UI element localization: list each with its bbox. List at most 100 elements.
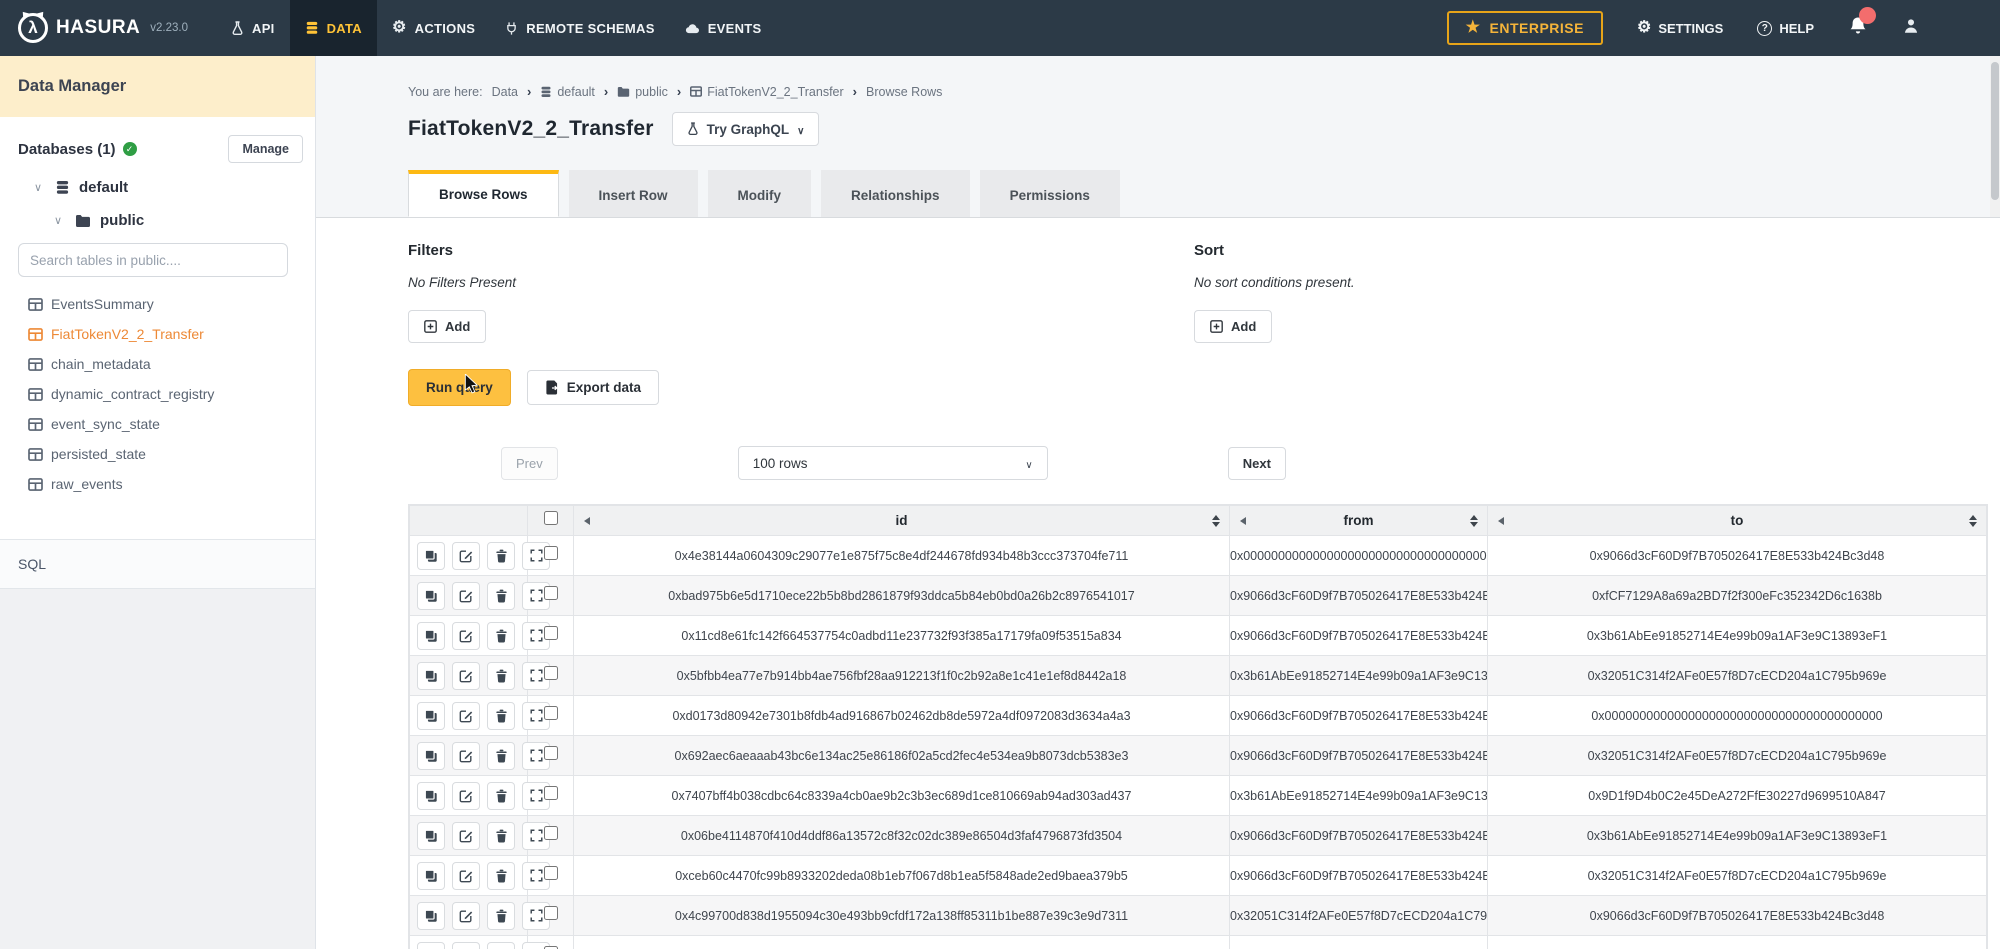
- user-menu-button[interactable]: [1902, 17, 1920, 40]
- cell-from: 0x32051C314f2AFe0E57f8D7cECD204a1C795b96…: [1230, 896, 1488, 936]
- row-checkbox[interactable]: [544, 786, 558, 800]
- collapse-column-icon[interactable]: [1240, 517, 1246, 525]
- sidebar-item-table[interactable]: EventsSummary: [28, 289, 315, 319]
- copy-row-button[interactable]: [417, 702, 445, 730]
- nav-item-data[interactable]: DATA: [290, 0, 377, 56]
- row-checkbox[interactable]: [544, 546, 558, 560]
- copy-row-button[interactable]: [417, 902, 445, 930]
- add-sort-button[interactable]: Add: [1194, 310, 1272, 343]
- breadcrumb-data[interactable]: Data: [492, 85, 518, 99]
- edit-row-button[interactable]: [452, 902, 480, 930]
- delete-row-button[interactable]: [487, 542, 515, 570]
- cell-to: 0x3b61AbEe91852714E4e99b09a1AF3e9C13893e…: [1488, 816, 1987, 856]
- edit-row-button[interactable]: [452, 582, 480, 610]
- rows-per-page-select[interactable]: 100 rows: [738, 446, 1048, 480]
- edit-row-button[interactable]: [452, 822, 480, 850]
- sort-icon[interactable]: [1470, 515, 1478, 527]
- edit-row-button[interactable]: [452, 542, 480, 570]
- add-filter-button[interactable]: Add: [408, 310, 486, 343]
- row-checkbox[interactable]: [544, 586, 558, 600]
- breadcrumb-public[interactable]: public: [635, 85, 668, 99]
- delete-icon: [495, 789, 508, 803]
- edit-row-button[interactable]: [452, 742, 480, 770]
- edit-row-button[interactable]: [452, 942, 480, 949]
- tab-browse-rows[interactable]: Browse Rows: [408, 170, 559, 217]
- column-header-from[interactable]: from: [1230, 506, 1488, 536]
- sidebar-item-sql[interactable]: SQL: [0, 540, 315, 589]
- table-name-label: persisted_state: [51, 446, 146, 462]
- collapse-column-icon[interactable]: [584, 517, 590, 525]
- notifications-button[interactable]: [1848, 16, 1868, 41]
- help-button[interactable]: ? HELP: [1757, 21, 1814, 36]
- row-checkbox[interactable]: [544, 906, 558, 920]
- sidebar-item-table[interactable]: event_sync_state: [28, 409, 315, 439]
- search-tables-input[interactable]: [18, 243, 288, 277]
- row-checkbox[interactable]: [544, 626, 558, 640]
- tab-relationships[interactable]: Relationships: [821, 170, 970, 217]
- row-checkbox[interactable]: [544, 826, 558, 840]
- chevron-down-icon[interactable]: ∨: [54, 214, 66, 227]
- copy-row-button[interactable]: [417, 742, 445, 770]
- edit-row-button[interactable]: [452, 622, 480, 650]
- copy-row-button[interactable]: [417, 782, 445, 810]
- delete-row-button[interactable]: [487, 662, 515, 690]
- nav-item-api[interactable]: API: [216, 0, 290, 56]
- tab-insert-row[interactable]: Insert Row: [569, 170, 698, 217]
- copy-row-button[interactable]: [417, 622, 445, 650]
- breadcrumb-default[interactable]: default: [557, 85, 595, 99]
- hasura-logo[interactable]: λ HASURA v2.23.0: [18, 13, 188, 43]
- delete-row-button[interactable]: [487, 942, 515, 949]
- delete-row-button[interactable]: [487, 742, 515, 770]
- column-header-to[interactable]: to: [1488, 506, 1987, 536]
- edit-row-button[interactable]: [452, 662, 480, 690]
- row-checkbox[interactable]: [544, 666, 558, 680]
- copy-row-button[interactable]: [417, 822, 445, 850]
- copy-row-button[interactable]: [417, 662, 445, 690]
- sidebar-item-table[interactable]: persisted_state: [28, 439, 315, 469]
- delete-row-button[interactable]: [487, 782, 515, 810]
- copy-row-button[interactable]: [417, 582, 445, 610]
- nav-item-events[interactable]: EVENTS: [670, 0, 777, 56]
- select-all-checkbox[interactable]: [544, 511, 558, 525]
- prev-page-button[interactable]: Prev: [501, 447, 558, 480]
- sidebar-item-table[interactable]: raw_events: [28, 469, 315, 499]
- breadcrumb-table[interactable]: FiatTokenV2_2_Transfer: [707, 85, 843, 99]
- export-data-button[interactable]: Export data: [527, 370, 659, 405]
- column-header-id[interactable]: id: [574, 506, 1230, 536]
- chevron-down-icon[interactable]: ∨: [34, 181, 46, 194]
- delete-row-button[interactable]: [487, 702, 515, 730]
- sidebar-item-database-default[interactable]: ∨ default: [18, 179, 303, 196]
- next-page-button[interactable]: Next: [1228, 447, 1286, 480]
- collapse-column-icon[interactable]: [1498, 517, 1504, 525]
- copy-row-button[interactable]: [417, 542, 445, 570]
- delete-row-button[interactable]: [487, 862, 515, 890]
- settings-button[interactable]: ⚙ SETTINGS: [1637, 20, 1723, 36]
- sidebar-item-schema-public[interactable]: ∨ public: [18, 212, 303, 229]
- sort-icon[interactable]: [1969, 515, 1977, 527]
- delete-row-button[interactable]: [487, 582, 515, 610]
- edit-row-button[interactable]: [452, 782, 480, 810]
- tab-permissions[interactable]: Permissions: [980, 170, 1120, 217]
- edit-row-button[interactable]: [452, 862, 480, 890]
- row-checkbox[interactable]: [544, 746, 558, 760]
- sort-icon[interactable]: [1212, 515, 1220, 527]
- copy-row-button[interactable]: [417, 942, 445, 949]
- delete-row-button[interactable]: [487, 622, 515, 650]
- nav-item-remote-schemas[interactable]: REMOTE SCHEMAS: [490, 0, 669, 56]
- try-graphql-button[interactable]: Try GraphQL: [672, 112, 820, 146]
- edit-row-button[interactable]: [452, 702, 480, 730]
- enterprise-button[interactable]: ★ ENTERPRISE: [1447, 11, 1603, 45]
- sidebar-item-table[interactable]: FiatTokenV2_2_Transfer: [28, 319, 315, 349]
- table-name-label: dynamic_contract_registry: [51, 386, 214, 402]
- nav-item-actions[interactable]: ⚙ ACTIONS: [377, 0, 490, 56]
- delete-row-button[interactable]: [487, 902, 515, 930]
- sidebar-item-table[interactable]: chain_metadata: [28, 349, 315, 379]
- copy-row-button[interactable]: [417, 862, 445, 890]
- delete-row-button[interactable]: [487, 822, 515, 850]
- tab-modify[interactable]: Modify: [708, 170, 812, 217]
- manage-button[interactable]: Manage: [228, 135, 303, 163]
- run-query-button[interactable]: Run query: [408, 369, 511, 406]
- row-checkbox[interactable]: [544, 866, 558, 880]
- row-checkbox[interactable]: [544, 706, 558, 720]
- sidebar-item-table[interactable]: dynamic_contract_registry: [28, 379, 315, 409]
